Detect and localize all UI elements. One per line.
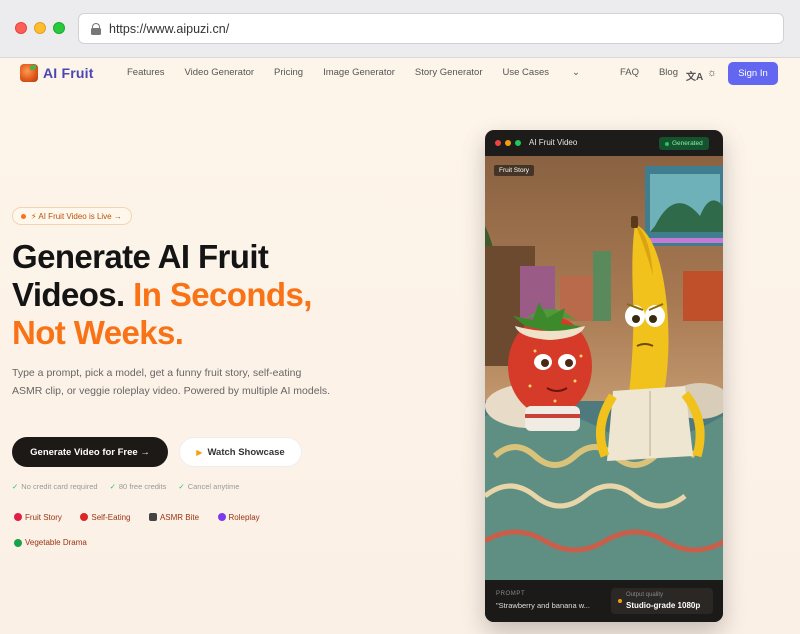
close-window-button[interactable] xyxy=(15,22,27,34)
browser-chrome: https://www.aipuzi.cn/ xyxy=(0,0,800,58)
window-controls xyxy=(15,22,65,34)
watch-showcase-button[interactable]: ▶ Watch Showcase xyxy=(179,437,302,467)
sun-icon[interactable]: ☼ xyxy=(707,67,717,79)
dot-red-icon xyxy=(495,140,501,146)
perk-text: Cancel anytime xyxy=(187,482,240,491)
masks-icon xyxy=(217,513,226,521)
quality-value: Studio-grade 1080p xyxy=(626,601,701,610)
minimize-window-button[interactable] xyxy=(34,22,46,34)
quality-box: Output quality Studio-grade 1080p xyxy=(611,588,713,614)
broccoli-icon xyxy=(14,538,22,547)
prompt-text: "Strawberry and banana w... xyxy=(496,601,590,610)
dot-yellow-icon xyxy=(505,140,511,146)
nav-link-video-generator[interactable]: Video Generator xyxy=(185,67,255,78)
logo-icon xyxy=(20,64,38,82)
play-icon: ▶ xyxy=(196,447,203,457)
hero-subtitle: Type a prompt, pick a model, get a funny… xyxy=(12,367,331,397)
tag-label: ASMR Bite xyxy=(159,512,200,522)
check-icon: ✓ xyxy=(178,482,185,491)
page: AI Fruit Features Video Generator Pricin… xyxy=(0,58,800,634)
nav-links: Features Video Generator Pricing Image G… xyxy=(127,67,698,78)
watch-showcase-label: Watch Showcase xyxy=(207,446,285,458)
top-nav: AI Fruit Features Video Generator Pricin… xyxy=(0,58,800,90)
scene-tag: Fruit Story xyxy=(494,165,534,176)
strawberry-icon xyxy=(14,513,22,521)
perk-item: ✓ No credit card required xyxy=(12,482,98,491)
tag-label: Self-Eating xyxy=(91,512,131,522)
live-dot-icon xyxy=(21,213,26,219)
nav-link-use-cases-label: Use Cases xyxy=(502,67,549,78)
headline-line-1: Generate AI Fruit xyxy=(12,238,269,275)
hero-headline: Generate AI Fruit Videos. In Seconds, No… xyxy=(12,238,382,352)
video-card-titlebar: AI Fruit Video Generated xyxy=(485,130,723,156)
quality-dot-icon xyxy=(618,599,622,603)
headline-line-3: Not Weeks. xyxy=(12,314,184,351)
perks-list: ✓ No credit card required ✓ 80 free credit… xyxy=(12,482,239,491)
generate-video-button[interactable]: Generate Video for Free → xyxy=(12,437,168,467)
translate-icon[interactable]: 文A xyxy=(686,68,703,83)
site-logo[interactable]: AI Fruit xyxy=(20,64,94,82)
tag-label: Vegetable Drama xyxy=(25,538,87,547)
video-card-dots xyxy=(495,140,521,146)
nav-link-story-generator[interactable]: Story Generator xyxy=(415,67,483,78)
check-icon: ✓ xyxy=(109,482,116,491)
nav-link-faq[interactable]: FAQ xyxy=(620,67,639,78)
nav-link-features[interactable]: Features xyxy=(127,67,165,78)
video-card-footer: PROMPT "Strawberry and banana w... Outpu… xyxy=(485,580,723,622)
perk-item: ✓ Cancel anytime xyxy=(178,482,239,491)
logo-text: AI Fruit xyxy=(43,65,94,81)
headline-line-2b: In Seconds, xyxy=(133,276,312,313)
headphones-icon xyxy=(148,513,157,521)
headline-line-2a: Videos. xyxy=(12,276,125,313)
perk-text: 80 free credits xyxy=(118,482,167,491)
quality-label: Output quality xyxy=(626,592,664,598)
check-icon: ✓ xyxy=(12,482,19,491)
fruit-scene-illustration xyxy=(485,166,723,580)
perk-item: ✓ 80 free credits xyxy=(110,482,167,491)
nav-link-image-generator[interactable]: Image Generator xyxy=(323,67,395,78)
live-badge[interactable]: ⚡ AI Fruit Video is Live → xyxy=(12,207,132,225)
tag-self-eating[interactable]: Self-Eating xyxy=(80,512,131,522)
video-card-title: AI Fruit Video xyxy=(529,138,578,147)
chevron-down-icon: ⌄ xyxy=(571,67,580,78)
sign-in-button[interactable]: Sign In xyxy=(728,62,778,85)
maximize-window-button[interactable] xyxy=(53,22,65,34)
tag-fruit-story[interactable]: Fruit Story xyxy=(14,513,62,522)
video-preview-card[interactable]: AI Fruit Video Generated Fruit Story PRO… xyxy=(485,130,723,622)
video-frame[interactable]: Fruit Story xyxy=(485,156,723,580)
dot-green-icon xyxy=(515,140,521,146)
nav-link-use-cases[interactable]: Use Cases ⌄ xyxy=(503,67,600,78)
status-dot-icon xyxy=(665,141,669,146)
nav-link-pricing[interactable]: Pricing xyxy=(274,67,303,78)
address-bar[interactable]: https://www.aipuzi.cn/ xyxy=(78,13,784,44)
tag-label: Roleplay xyxy=(228,512,260,522)
tag-asmr-bite[interactable]: ASMR Bite xyxy=(148,512,200,522)
tag-label: Fruit Story xyxy=(25,512,62,522)
nav-link-blog[interactable]: Blog xyxy=(659,67,678,78)
perk-text: No credit card required xyxy=(21,482,98,491)
lock-icon xyxy=(91,22,101,35)
prompt-label: PROMPT xyxy=(496,591,526,597)
live-badge-text: ⚡ AI Fruit Video is Live → xyxy=(31,211,122,221)
url-text: https://www.aipuzi.cn/ xyxy=(109,21,230,36)
generated-badge: Generated xyxy=(659,137,709,150)
strawberry-icon xyxy=(80,513,89,521)
generated-badge-label: Generated xyxy=(672,140,703,147)
category-tags: Fruit Story Self-Eating ASMR Bite Rolepl… xyxy=(14,508,314,559)
tag-roleplay[interactable]: Roleplay xyxy=(217,512,260,522)
tag-vegetable-drama[interactable]: Vegetable Drama xyxy=(14,538,87,547)
